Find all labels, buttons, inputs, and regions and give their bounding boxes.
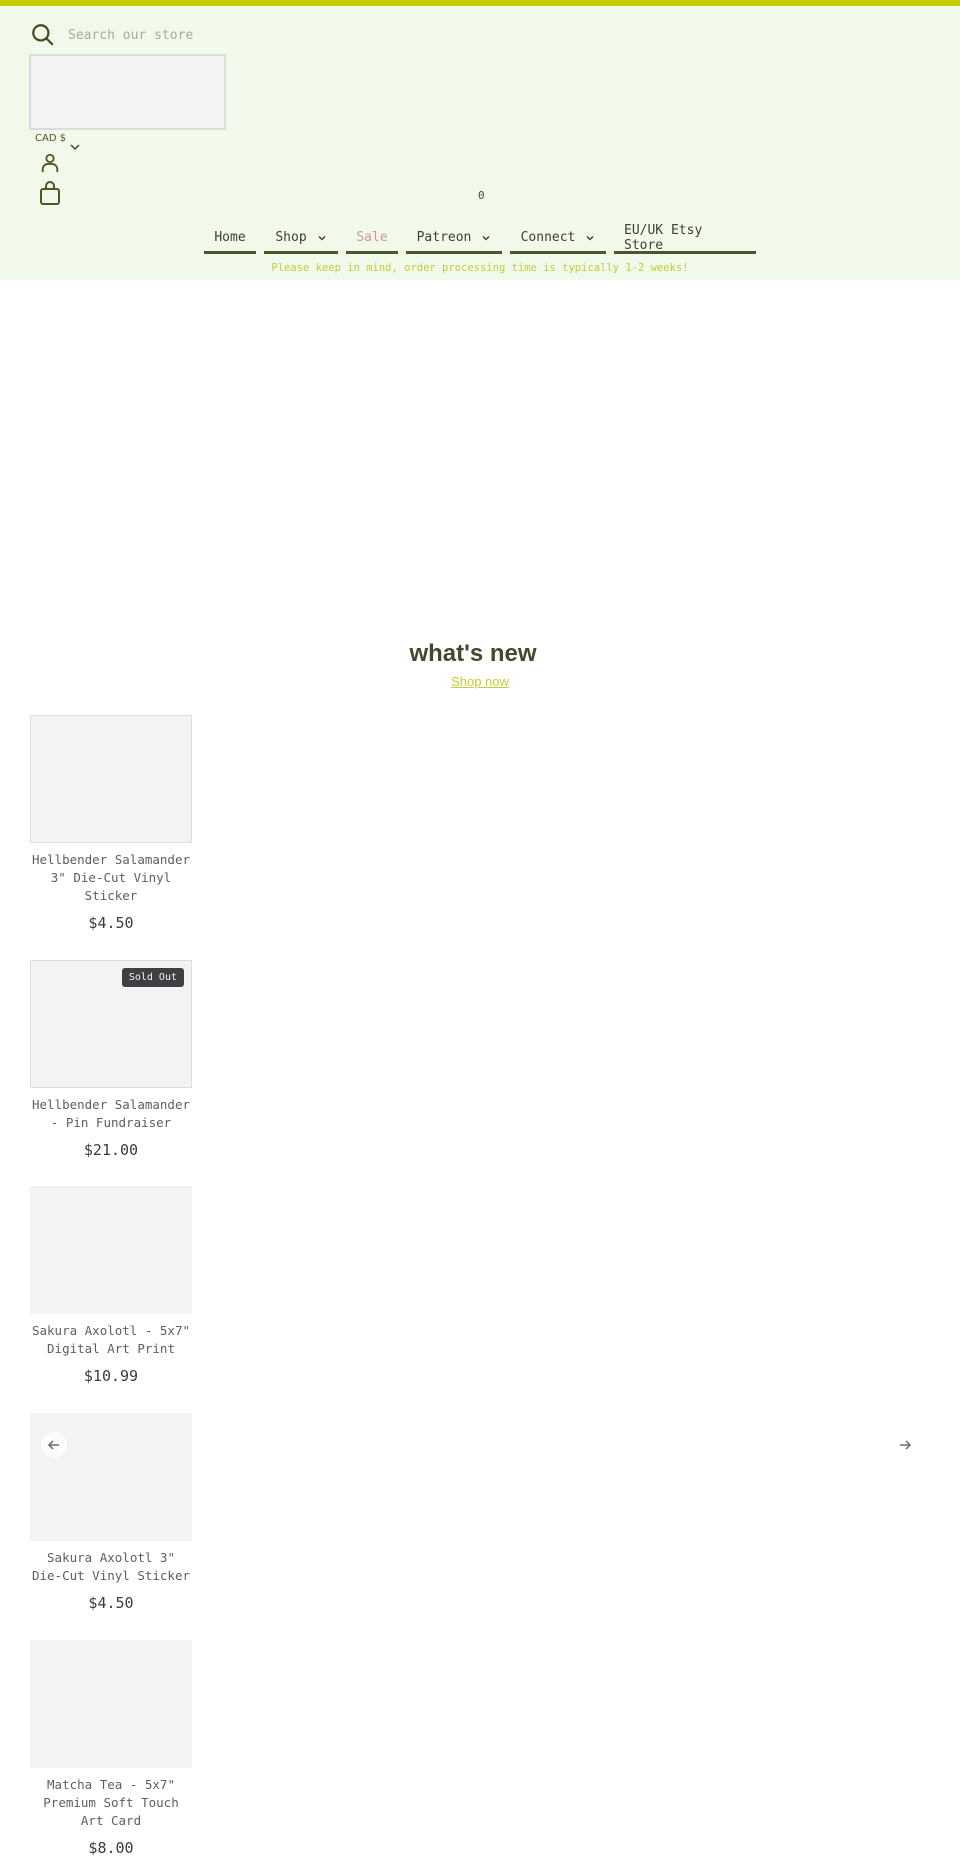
nav-item-label: Patreon <box>416 230 472 245</box>
arrow-right-icon <box>900 1440 912 1450</box>
nav-item-label: EU/UK Etsy Store <box>624 222 703 253</box>
nav-item-etsy-store[interactable]: EU/UK Etsy Store <box>614 222 756 254</box>
product-price: $10.99 <box>83 1367 139 1385</box>
shop-now-link[interactable]: Shop now <box>0 674 960 689</box>
store-logo[interactable] <box>29 54 226 130</box>
currency-selector[interactable]: CAD $ <box>35 133 66 144</box>
section-title: what's new <box>409 640 537 667</box>
product-price: $21.00 <box>83 1141 139 1159</box>
product-card[interactable]: Hellbender Salamander 3" Die-Cut Vinyl S… <box>30 715 192 932</box>
account-icon[interactable] <box>39 152 61 174</box>
nav-item-label: Sale <box>356 230 388 245</box>
nav-item-label: Shop <box>275 230 307 245</box>
nav-item-connect[interactable]: Connect <box>510 224 606 254</box>
arrow-left-icon <box>47 1440 59 1450</box>
carousel-next-button[interactable] <box>892 1432 918 1458</box>
nav-item-shop[interactable]: Shop <box>264 224 338 254</box>
product-image[interactable] <box>30 715 192 843</box>
chevron-down-icon <box>482 235 490 240</box>
carousel-prev-button[interactable] <box>41 1432 67 1458</box>
hero-banner <box>0 280 960 640</box>
processing-notice: Please keep in mind, order processing ti… <box>271 262 689 274</box>
main-navigation: Home Shop Sale Patreon Connect EU/UK Ets… <box>204 222 764 254</box>
product-image[interactable] <box>30 1186 192 1314</box>
product-title[interactable]: Hellbender Salamander - Pin Fundraiser <box>30 1096 192 1132</box>
product-title[interactable]: Sakura Axolotl 3" Die-Cut Vinyl Sticker <box>30 1549 192 1585</box>
nav-item-sale[interactable]: Sale <box>346 224 398 254</box>
product-card[interactable]: Sakura Axolotl - 5x7" Digital Art Print … <box>30 1186 192 1385</box>
product-title[interactable]: Matcha Tea - 5x7" Premium Soft Touch Art… <box>30 1776 192 1830</box>
product-title[interactable]: Sakura Axolotl - 5x7" Digital Art Print <box>30 1322 192 1358</box>
search-input[interactable] <box>68 27 268 43</box>
product-card[interactable]: Matcha Tea - 5x7" Premium Soft Touch Art… <box>30 1640 192 1857</box>
product-image[interactable]: Sold Out <box>30 960 192 1088</box>
search-icon[interactable] <box>30 22 56 48</box>
nav-item-label: Home <box>214 230 246 245</box>
product-price: $4.50 <box>88 914 134 932</box>
product-price: $8.00 <box>88 1839 134 1857</box>
shopping-bag-icon[interactable] <box>38 181 62 205</box>
product-title[interactable]: Hellbender Salamander 3" Die-Cut Vinyl S… <box>30 851 192 905</box>
site-header: CAD $ 0 Home Shop Sale Patreon Connect E… <box>0 6 960 280</box>
chevron-down-icon <box>586 235 594 240</box>
nav-item-label: Connect <box>520 230 576 245</box>
search-bar <box>30 22 268 48</box>
sold-out-badge: Sold Out <box>121 968 184 987</box>
product-price: $4.50 <box>88 1594 134 1612</box>
nav-item-patreon[interactable]: Patreon <box>406 224 502 254</box>
product-card[interactable]: Sold Out Hellbender Salamander - Pin Fun… <box>30 960 192 1159</box>
nav-item-home[interactable]: Home <box>204 224 256 254</box>
cart-count: 0 <box>478 189 485 202</box>
chevron-down-icon <box>318 235 326 240</box>
product-image[interactable] <box>30 1640 192 1768</box>
chevron-down-icon[interactable] <box>69 141 81 153</box>
